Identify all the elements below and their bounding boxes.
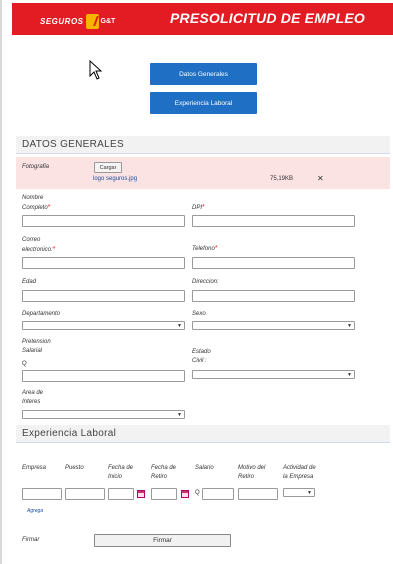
currency-label: Q (195, 490, 200, 496)
area-label-line2: Interes (22, 399, 41, 405)
pretension-label: Pretension Salarial (22, 338, 51, 356)
calendar-icon[interactable] (137, 490, 145, 498)
telefono-label-text: Telefono (192, 246, 215, 252)
motivo-retiro-input[interactable] (238, 488, 278, 500)
firma-label: Firmar (22, 537, 40, 543)
col-actividad-empresa: Actividad de la Empresa (283, 464, 316, 482)
chevron-down-icon: ▼ (347, 372, 352, 378)
col-motivo-line1: Motivo del (238, 465, 266, 471)
puesto-input[interactable] (65, 488, 105, 500)
file-size: 75,19KB (270, 176, 294, 182)
uploaded-file-link[interactable]: logo seguros.jpg (93, 176, 137, 182)
col-empresa: Empresa (22, 465, 47, 471)
col-actividad-line2: la Empresa (283, 474, 314, 480)
pretension-label-line1: Pretension (22, 339, 51, 345)
nombre-label-line2: Completo (22, 205, 48, 211)
photo-row (16, 157, 390, 189)
pretension-label-line2: Salarial (22, 348, 43, 354)
logo-text: SEGUROS (40, 16, 84, 26)
telefono-label: Telefono* (192, 244, 218, 254)
dpi-input[interactable] (192, 215, 355, 227)
add-experience-link[interactable]: Agrega (27, 508, 43, 514)
photo-label: Fotografia (22, 164, 50, 170)
brand-logo: SEGUROS G&T (40, 12, 115, 30)
col-fecha-inicio: Fecha de Inicio (108, 464, 133, 482)
col-fecha-inicio-line2: Inicio (108, 474, 123, 480)
col-actividad-line1: Actividad de (283, 465, 316, 471)
actividad-empresa-select[interactable]: ▼ (283, 488, 315, 497)
chevron-down-icon: ▼ (177, 323, 182, 329)
upload-button[interactable]: Cargar (94, 162, 122, 173)
chevron-down-icon: ▼ (347, 323, 352, 329)
salario-input[interactable] (202, 488, 234, 500)
required-mark: * (52, 246, 56, 253)
required-mark: * (214, 245, 218, 252)
estado-civil-label: Estado Civil : (192, 348, 211, 366)
area-label-line1: Area de (22, 390, 44, 396)
dpi-label: DPI* (192, 203, 205, 213)
calendar-icon[interactable] (181, 490, 189, 498)
experiencia-laboral-button[interactable]: Experiencia Laboral (150, 92, 257, 114)
datos-generales-heading: DATOS GENERALES (16, 136, 390, 154)
remove-file-icon[interactable]: ✕ (317, 174, 324, 183)
edad-input[interactable] (22, 290, 185, 302)
direccion-input[interactable] (192, 290, 355, 302)
col-fecha-retiro-line2: Retiro (151, 474, 168, 480)
dpi-label-text: DPI (192, 205, 203, 211)
sexo-label: Sexo (192, 311, 206, 317)
correo-input[interactable] (22, 257, 185, 269)
col-puesto: Puesto (65, 465, 84, 471)
nombre-input[interactable] (22, 215, 185, 227)
fecha-retiro-input[interactable] (151, 488, 177, 500)
col-motivo-line2: Retiro (238, 474, 255, 480)
logo-icon (85, 13, 99, 29)
col-salario: Salario (195, 465, 214, 471)
experiencia-laboral-heading: Experiencia Laboral (16, 425, 390, 443)
correo-label: Correo electronico:* (22, 236, 55, 255)
nombre-label: Nombre Completo* (22, 194, 50, 213)
correo-label-line2: electronico: (22, 247, 53, 253)
area-interes-label: Area de Interes (22, 389, 43, 407)
correo-label-line1: Correo (22, 237, 41, 243)
nombre-label-line1: Nombre (22, 195, 44, 201)
col-motivo-retiro: Motivo del Retiro (238, 464, 265, 482)
estado-civil-select[interactable]: ▼ (192, 370, 355, 379)
sign-button[interactable]: Firmar (94, 534, 231, 547)
required-mark: * (202, 204, 205, 211)
col-fecha-inicio-line1: Fecha de (108, 465, 134, 471)
col-fecha-retiro-line1: Fecha de (151, 465, 177, 471)
sexo-select[interactable]: ▼ (192, 321, 355, 330)
required-mark: * (47, 204, 51, 211)
telefono-input[interactable] (192, 257, 355, 269)
direccion-label: Direccion: (192, 279, 219, 285)
departamento-select[interactable]: ▼ (22, 321, 185, 330)
logo-sub-text: G&T (100, 17, 116, 25)
area-interes-select[interactable]: ▼ (22, 410, 185, 419)
chevron-down-icon: ▼ (307, 490, 312, 496)
estado-label-line2: Civil : (192, 358, 207, 364)
departamento-label: Departamento (22, 311, 61, 317)
datos-generales-button[interactable]: Datos Generales (150, 63, 257, 85)
estado-label-line1: Estado (192, 349, 211, 355)
header-bar: SEGUROS G&T PRESOLICITUD DE EMPLEO (12, 3, 393, 35)
mouse-cursor-icon (89, 60, 103, 80)
chevron-down-icon: ▼ (177, 412, 182, 418)
edad-label: Edad (22, 279, 37, 285)
fecha-inicio-input[interactable] (108, 488, 134, 500)
currency-label: Q (22, 361, 27, 367)
col-fecha-retiro: Fecha de Retiro (151, 464, 176, 482)
pretension-input[interactable] (22, 370, 185, 382)
empresa-input[interactable] (22, 488, 62, 500)
page-title: PRESOLICITUD DE EMPLEO (170, 10, 365, 26)
